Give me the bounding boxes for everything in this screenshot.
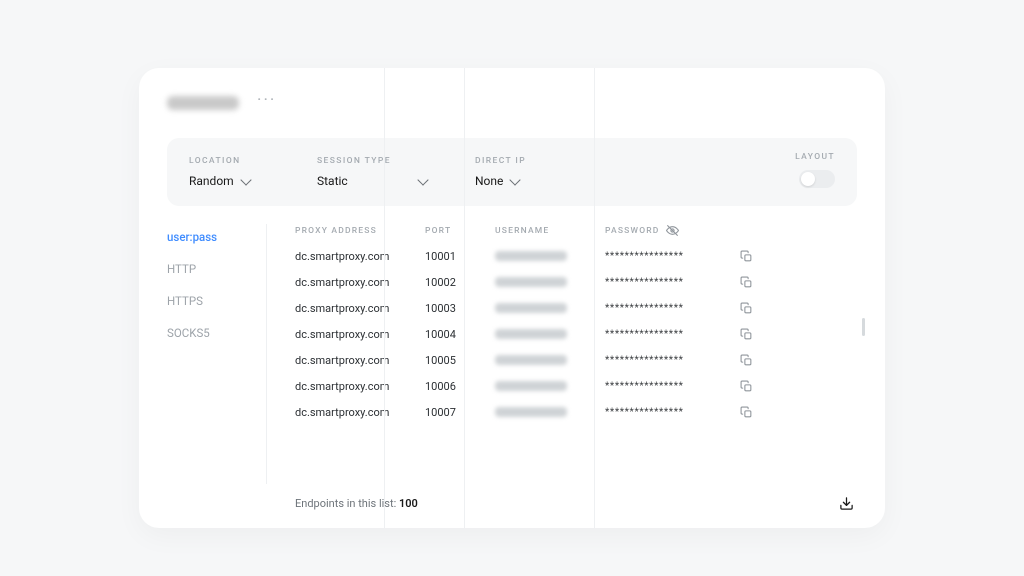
filter-session-value: Static [317, 174, 348, 188]
copy-button[interactable] [735, 375, 757, 397]
cell-password: **************** [605, 355, 735, 366]
cell-port: 10001 [425, 250, 495, 263]
cell-address: dc.smartproxy.com [295, 380, 425, 393]
table-footer: Endpoints in this list: 100 [295, 492, 857, 514]
filter-session-label: SESSION TYPE [317, 156, 427, 166]
cell-password: **************** [605, 303, 735, 314]
tab-https[interactable]: HTTPS [167, 294, 266, 308]
copy-button[interactable] [735, 271, 757, 293]
cell-port: 10005 [425, 354, 495, 367]
th-address: PROXY ADDRESS [295, 226, 425, 236]
filter-directip-label: DIRECT IP [475, 156, 555, 166]
cell-username [495, 329, 605, 339]
tab-http[interactable]: HTTP [167, 262, 266, 276]
cell-port: 10002 [425, 276, 495, 289]
auth-tabs: user:pass HTTP HTTPS SOCKS5 [167, 224, 267, 484]
download-button[interactable] [835, 492, 857, 514]
filter-location-label: LOCATION [189, 156, 269, 166]
copy-button[interactable] [735, 245, 757, 267]
th-user: USERNAME [495, 226, 605, 236]
cell-username [495, 251, 605, 261]
filter-layout: LAYOUT III [795, 152, 835, 188]
table-row: dc.smartproxy.com10005 **************** [295, 349, 857, 371]
filter-location: LOCATION Random [189, 156, 269, 188]
chevron-down-icon [417, 174, 428, 185]
cell-username [495, 407, 605, 417]
cell-username [495, 303, 605, 313]
copy-button[interactable] [735, 349, 757, 371]
cell-address: dc.smartproxy.com [295, 302, 425, 315]
table-row: dc.smartproxy.com10004 **************** [295, 323, 857, 345]
blurred-title [167, 96, 239, 110]
cell-password: **************** [605, 251, 735, 262]
cell-port: 10006 [425, 380, 495, 393]
toggle-knob [801, 172, 815, 186]
more-menu-icon[interactable]: ··· [257, 92, 276, 109]
cell-password: **************** [605, 381, 735, 392]
table-row: dc.smartproxy.com10002 **************** [295, 271, 857, 293]
cell-address: dc.smartproxy.com [295, 250, 425, 263]
cell-address: dc.smartproxy.com [295, 354, 425, 367]
main-area: user:pass HTTP HTTPS SOCKS5 PROXY ADDRES… [167, 224, 857, 484]
filter-directip-value: None [475, 174, 503, 188]
scrollbar-thumb[interactable] [862, 318, 865, 336]
divider [594, 68, 595, 528]
cell-username [495, 355, 605, 365]
filter-layout-label: LAYOUT [795, 152, 835, 162]
filter-session: SESSION TYPE Static [317, 156, 427, 188]
cell-port: 10007 [425, 406, 495, 419]
table-row: dc.smartproxy.com10007 **************** [295, 401, 857, 423]
endpoint-table: PROXY ADDRESS PORT USERNAME PASSWORD dc.… [267, 224, 857, 484]
filter-location-select[interactable]: Random [189, 174, 269, 188]
eye-off-icon[interactable] [666, 224, 679, 237]
card-header: ··· [167, 92, 857, 114]
filter-session-select[interactable]: Static [317, 174, 427, 188]
cell-address: dc.smartproxy.com [295, 406, 425, 419]
endpoint-count: Endpoints in this list: 100 [295, 497, 418, 510]
config-card: ··· LOCATION Random SESSION TYPE Static … [139, 68, 885, 528]
chevron-down-icon [240, 174, 251, 185]
copy-button[interactable] [735, 401, 757, 423]
th-password: PASSWORD [605, 224, 735, 237]
table-row: dc.smartproxy.com10003 **************** [295, 297, 857, 319]
table-header: PROXY ADDRESS PORT USERNAME PASSWORD [295, 224, 857, 245]
cell-username [495, 381, 605, 391]
cell-password: **************** [605, 329, 735, 340]
layout-toggle[interactable]: III [799, 170, 835, 188]
table-row: dc.smartproxy.com10001 **************** [295, 245, 857, 267]
chevron-down-icon [510, 174, 521, 185]
table-row: dc.smartproxy.com10006 **************** [295, 375, 857, 397]
cell-address: dc.smartproxy.com [295, 328, 425, 341]
tab-socks5[interactable]: SOCKS5 [167, 326, 266, 340]
cell-port: 10004 [425, 328, 495, 341]
cell-username [495, 277, 605, 287]
divider [464, 68, 465, 528]
filter-directip: DIRECT IP None [475, 156, 555, 188]
divider [384, 68, 385, 528]
filter-directip-select[interactable]: None [475, 174, 555, 188]
cell-password: **************** [605, 277, 735, 288]
table-body: dc.smartproxy.com10001****************dc… [295, 245, 857, 423]
cell-password: **************** [605, 407, 735, 418]
cell-port: 10003 [425, 302, 495, 315]
tab-userpass[interactable]: user:pass [167, 230, 266, 244]
filter-location-value: Random [189, 174, 234, 188]
th-port: PORT [425, 226, 495, 236]
copy-button[interactable] [735, 297, 757, 319]
filter-bar: LOCATION Random SESSION TYPE Static DIRE… [167, 138, 857, 206]
cell-address: dc.smartproxy.com [295, 276, 425, 289]
copy-button[interactable] [735, 323, 757, 345]
